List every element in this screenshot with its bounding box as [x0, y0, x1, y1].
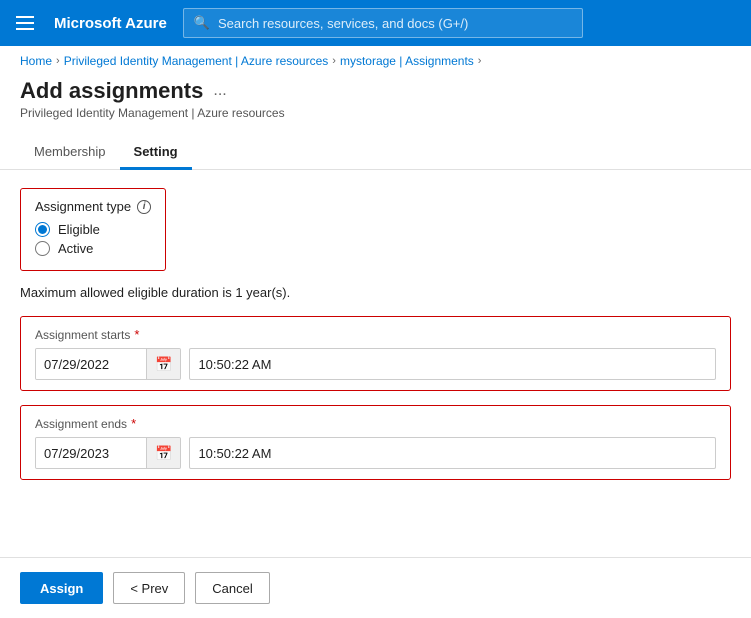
main-content: Home › Privileged Identity Management | … [0, 46, 751, 618]
topbar: Microsoft Azure 🔍 Search resources, serv… [0, 0, 751, 46]
assignment-ends-label: Assignment ends * [35, 416, 716, 431]
starts-date-input[interactable] [36, 349, 146, 379]
info-message: Maximum allowed eligible duration is 1 y… [20, 285, 731, 300]
app-logo: Microsoft Azure [54, 15, 167, 32]
eligible-radio[interactable] [35, 222, 50, 237]
ends-date-input[interactable] [36, 438, 146, 468]
assignment-starts-group: Assignment starts * 📅 [20, 316, 731, 391]
ends-calendar-button[interactable]: 📅 [146, 438, 180, 468]
assignment-type-box: Assignment type i Eligible Active [20, 188, 166, 271]
breadcrumb-sep-2: › [332, 55, 336, 67]
starts-calendar-button[interactable]: 📅 [146, 349, 180, 379]
page-subtitle: Privileged Identity Management | Azure r… [20, 106, 731, 120]
ends-time-input[interactable] [189, 437, 716, 469]
tab-setting[interactable]: Setting [120, 136, 192, 170]
eligible-label: Eligible [58, 222, 100, 237]
starts-time-input[interactable] [189, 348, 716, 380]
assignment-type-info-icon[interactable]: i [137, 200, 151, 214]
ends-label-text: Assignment ends [35, 417, 127, 431]
breadcrumb-pim[interactable]: Privileged Identity Management | Azure r… [64, 54, 329, 68]
eligible-radio-option[interactable]: Eligible [35, 222, 151, 237]
assign-button[interactable]: Assign [20, 572, 103, 604]
starts-date-wrapper: 📅 [35, 348, 181, 380]
ends-date-wrapper: 📅 [35, 437, 181, 469]
tabs: Membership Setting [0, 136, 751, 170]
breadcrumb-assignments[interactable]: mystorage | Assignments [340, 54, 474, 68]
global-search-bar[interactable]: 🔍 Search resources, services, and docs (… [183, 8, 583, 38]
breadcrumb-sep-1: › [56, 55, 60, 67]
tab-membership[interactable]: Membership [20, 136, 120, 170]
active-label: Active [58, 241, 93, 256]
ends-required-star: * [131, 416, 136, 431]
ends-field-row: 📅 [35, 437, 716, 469]
starts-label-text: Assignment starts [35, 328, 130, 342]
form-area: Assignment type i Eligible Active Maximu… [0, 170, 751, 557]
assignment-type-label: Assignment type i [35, 199, 151, 214]
active-radio-option[interactable]: Active [35, 241, 151, 256]
page-options-button[interactable]: ... [213, 82, 226, 100]
breadcrumb-home[interactable]: Home [20, 54, 52, 68]
page-header: Add assignments ... Privileged Identity … [0, 74, 751, 128]
calendar-icon: 📅 [155, 356, 172, 373]
hamburger-menu-icon[interactable] [12, 12, 38, 34]
starts-field-row: 📅 [35, 348, 716, 380]
prev-button[interactable]: < Prev [113, 572, 185, 604]
breadcrumb: Home › Privileged Identity Management | … [0, 46, 751, 74]
assignment-ends-group: Assignment ends * 📅 [20, 405, 731, 480]
footer: Assign < Prev Cancel [0, 557, 751, 618]
calendar-icon-2: 📅 [155, 445, 172, 462]
starts-required-star: * [134, 327, 139, 342]
page-title: Add assignments [20, 78, 203, 104]
breadcrumb-sep-3: › [478, 55, 482, 67]
active-radio[interactable] [35, 241, 50, 256]
assignment-type-text: Assignment type [35, 199, 131, 214]
search-placeholder: Search resources, services, and docs (G+… [218, 16, 468, 31]
assignment-starts-label: Assignment starts * [35, 327, 716, 342]
cancel-button[interactable]: Cancel [195, 572, 269, 604]
search-icon: 🔍 [194, 15, 210, 31]
